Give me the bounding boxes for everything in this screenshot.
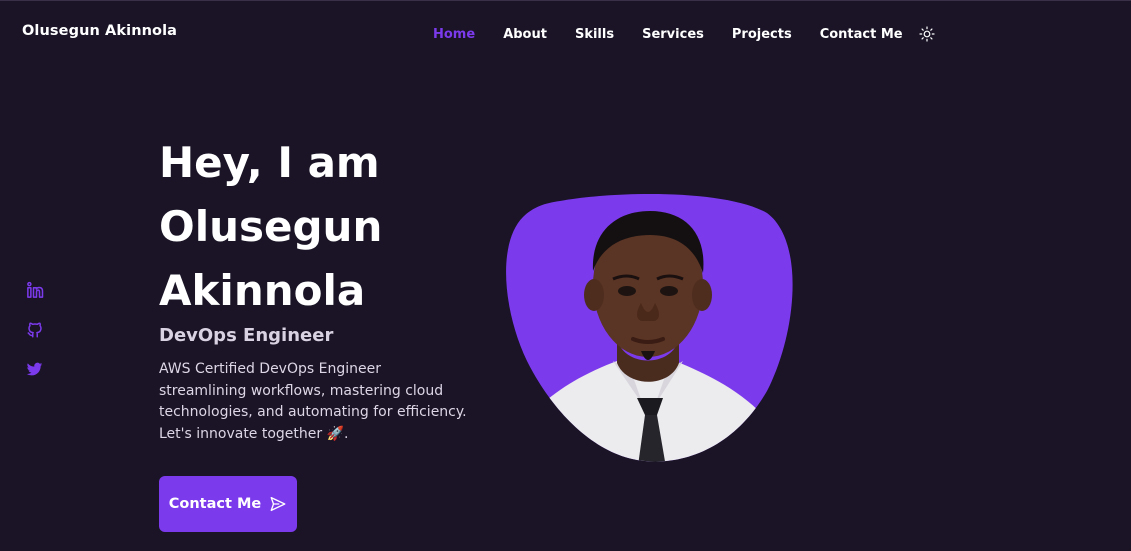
nav-projects[interactable]: Projects <box>732 27 792 42</box>
hero-title-line: Hey, I am <box>159 138 380 187</box>
sun-icon <box>919 26 935 42</box>
twitter-icon <box>26 362 43 376</box>
nav-home[interactable]: Home <box>433 27 475 42</box>
site-logo[interactable]: Olusegun Akinnola <box>22 23 177 39</box>
linkedin-link[interactable] <box>26 281 46 301</box>
twitter-link[interactable] <box>26 361 46 381</box>
hero-description: AWS Certified DevOps Engineer streamlini… <box>159 361 467 442</box>
hero-title: Hey, I am Olusegun Akinnola <box>159 131 489 323</box>
social-links <box>26 281 46 401</box>
nav-skills[interactable]: Skills <box>575 27 614 42</box>
github-icon <box>27 322 42 338</box>
hero-title-line: Akinnola <box>159 266 366 315</box>
hero-title-line: Olusegun <box>159 202 383 251</box>
nav-about[interactable]: About <box>503 27 547 42</box>
page: Olusegun Akinnola Home About Skills Serv… <box>0 0 1131 551</box>
nav-services[interactable]: Services <box>642 27 704 42</box>
github-link[interactable] <box>26 321 46 341</box>
linkedin-icon <box>27 281 44 298</box>
send-icon <box>270 496 286 512</box>
header: Olusegun Akinnola Home About Skills Serv… <box>0 1 1131 65</box>
contact-me-label: Contact Me <box>168 496 262 512</box>
theme-toggle-button[interactable] <box>918 25 936 43</box>
contact-me-button[interactable]: Contact Me <box>159 476 297 532</box>
main-nav: Home About Skills Services Projects Cont… <box>433 25 936 43</box>
nav-contact[interactable]: Contact Me <box>820 27 903 42</box>
profile-image <box>506 193 793 462</box>
hero-subtitle: DevOps Engineer <box>159 325 334 346</box>
